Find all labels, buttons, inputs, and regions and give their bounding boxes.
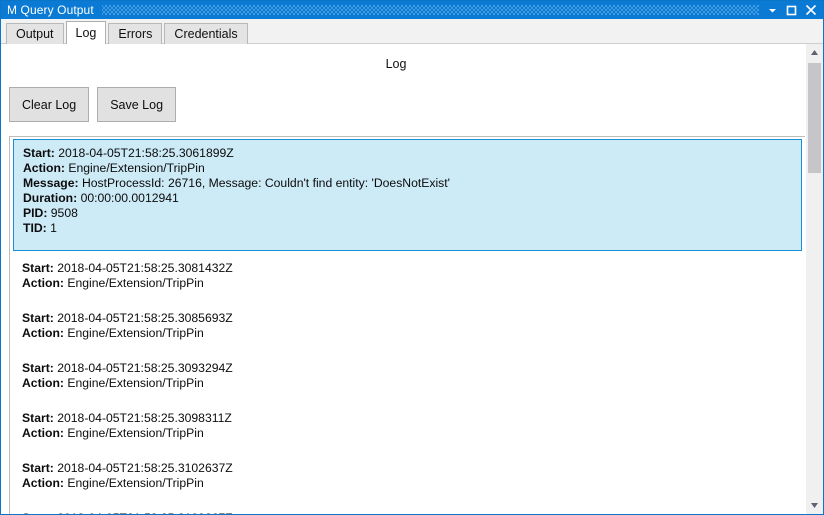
- log-value-start: 2018-04-05T21:58:25.3081432Z: [57, 261, 233, 275]
- log-label-action: Action:: [22, 426, 64, 440]
- log-value-action: Engine/Extension/TripPin: [67, 426, 204, 440]
- log-field-start: Start: 2018-04-05T21:58:25.3081432Z: [22, 261, 795, 276]
- log-value-start: 2018-04-05T21:58:25.3109267Z: [57, 511, 233, 514]
- tab-errors[interactable]: Errors: [108, 23, 163, 44]
- log-field-action: Action: Engine/Extension/TripPin: [22, 426, 795, 441]
- log-value-action: Engine/Extension/TripPin: [68, 161, 205, 175]
- log-field-action: Action: Engine/Extension/TripPin: [22, 276, 795, 291]
- log-entry[interactable]: Start: 2018-04-05T21:58:25.3102637Z Acti…: [10, 451, 805, 501]
- log-value-start: 2018-04-05T21:58:25.3093294Z: [57, 361, 233, 375]
- minimize-button[interactable]: [763, 1, 782, 19]
- window-controls: [763, 1, 823, 19]
- log-value-start: 2018-04-05T21:58:25.3085693Z: [57, 311, 233, 325]
- scroll-up-button[interactable]: [806, 44, 823, 61]
- log-value-action: Engine/Extension/TripPin: [67, 276, 204, 290]
- log-list: Start: 2018-04-05T21:58:25.3061899Z Acti…: [10, 137, 805, 514]
- log-field-start: Start: 2018-04-05T21:58:25.3102637Z: [22, 461, 795, 476]
- tab-errors-label: Errors: [118, 27, 153, 41]
- tab-output-label: Output: [16, 27, 54, 41]
- scrollbar-thumb[interactable]: [808, 63, 821, 173]
- log-tab-content: Log Clear Log Save Log Start: 2018-04-05…: [1, 44, 823, 514]
- title-grip: [101, 5, 759, 15]
- log-entry[interactable]: Start: 2018-04-05T21:58:25.3093294Z Acti…: [10, 351, 805, 401]
- log-label-start: Start:: [23, 146, 55, 160]
- log-label-start: Start:: [22, 311, 54, 325]
- tab-log-label: Log: [75, 26, 97, 40]
- log-value-start: 2018-04-05T21:58:25.3102637Z: [57, 461, 233, 475]
- tab-credentials-label: Credentials: [174, 27, 238, 41]
- log-label-action: Action:: [23, 161, 65, 175]
- clear-log-button[interactable]: Clear Log: [9, 87, 90, 122]
- log-field-action: Action: Engine/Extension/TripPin: [23, 161, 791, 176]
- log-label-start: Start:: [22, 411, 54, 425]
- log-label-duration: Duration:: [23, 191, 78, 205]
- log-label-pid: PID:: [23, 206, 48, 220]
- page-title: Log: [385, 57, 407, 71]
- log-field-tid: TID: 1: [23, 221, 791, 236]
- log-field-start: Start: 2018-04-05T21:58:25.3098311Z: [22, 411, 795, 426]
- tab-credentials[interactable]: Credentials: [164, 23, 248, 44]
- log-content-main: Log Clear Log Save Log Start: 2018-04-05…: [1, 44, 805, 514]
- maximize-button[interactable]: [782, 1, 801, 19]
- log-value-tid: 1: [50, 221, 57, 235]
- log-label-action: Action:: [22, 276, 64, 290]
- close-button[interactable]: [801, 1, 820, 19]
- log-label-start: Start:: [22, 461, 54, 475]
- scroll-down-button[interactable]: [806, 497, 823, 514]
- log-entry[interactable]: Start: 2018-04-05T21:58:25.3085693Z Acti…: [10, 301, 805, 351]
- log-label-message: Message:: [23, 176, 79, 190]
- m-query-output-window: M Query Output Output Log Errors Credent…: [0, 0, 824, 515]
- tab-strip: Output Log Errors Credentials: [1, 19, 823, 44]
- log-value-start: 2018-04-05T21:58:25.3061899Z: [58, 146, 234, 160]
- log-entry-selected[interactable]: Start: 2018-04-05T21:58:25.3061899Z Acti…: [13, 139, 802, 251]
- log-list-panel[interactable]: Start: 2018-04-05T21:58:25.3061899Z Acti…: [9, 136, 805, 514]
- log-field-start: Start: 2018-04-05T21:58:25.3109267Z: [22, 511, 795, 514]
- log-label-action: Action:: [22, 476, 64, 490]
- log-label-tid: TID:: [23, 221, 47, 235]
- log-label-start: Start:: [22, 511, 54, 514]
- log-field-message: Message: HostProcessId: 26716, Message: …: [23, 176, 791, 191]
- log-value-duration: 00:00:00.0012941: [80, 191, 179, 205]
- log-field-start: Start: 2018-04-05T21:58:25.3093294Z: [22, 361, 795, 376]
- tab-log[interactable]: Log: [65, 21, 107, 44]
- log-value-action: Engine/Extension/TripPin: [67, 476, 204, 490]
- log-field-start: Start: 2018-04-05T21:58:25.3085693Z: [22, 311, 795, 326]
- log-field-action: Action: Engine/Extension/TripPin: [22, 476, 795, 491]
- log-field-duration: Duration: 00:00:00.0012941: [23, 191, 791, 206]
- log-label-action: Action:: [22, 376, 64, 390]
- log-value-action: Engine/Extension/TripPin: [67, 326, 204, 340]
- scrollbar-track[interactable]: [806, 61, 823, 497]
- log-value-message: HostProcessId: 26716, Message: Couldn't …: [81, 176, 450, 190]
- log-field-action: Action: Engine/Extension/TripPin: [22, 326, 795, 341]
- save-log-button[interactable]: Save Log: [97, 87, 177, 122]
- log-value-pid: 9508: [50, 206, 78, 220]
- log-label-action: Action:: [22, 326, 64, 340]
- log-field-pid: PID: 9508: [23, 206, 791, 221]
- log-label-start: Start:: [22, 361, 54, 375]
- window-title: M Query Output: [7, 3, 94, 17]
- log-value-start: 2018-04-05T21:58:25.3098311Z: [57, 411, 232, 425]
- log-label-start: Start:: [22, 261, 54, 275]
- log-value-action: Engine/Extension/TripPin: [67, 376, 204, 390]
- log-entry[interactable]: Start: 2018-04-05T21:58:25.3081432Z Acti…: [10, 251, 805, 301]
- log-field-action: Action: Engine/Extension/TripPin: [22, 376, 795, 391]
- title-bar[interactable]: M Query Output: [1, 1, 823, 19]
- vertical-scrollbar[interactable]: [805, 44, 823, 514]
- log-toolbar: Clear Log Save Log: [1, 73, 805, 122]
- log-entry[interactable]: Start: 2018-04-05T21:58:25.3109267Z: [10, 501, 805, 514]
- log-field-start: Start: 2018-04-05T21:58:25.3061899Z: [23, 146, 791, 161]
- tab-output[interactable]: Output: [6, 23, 64, 44]
- log-entry[interactable]: Start: 2018-04-05T21:58:25.3098311Z Acti…: [10, 401, 805, 451]
